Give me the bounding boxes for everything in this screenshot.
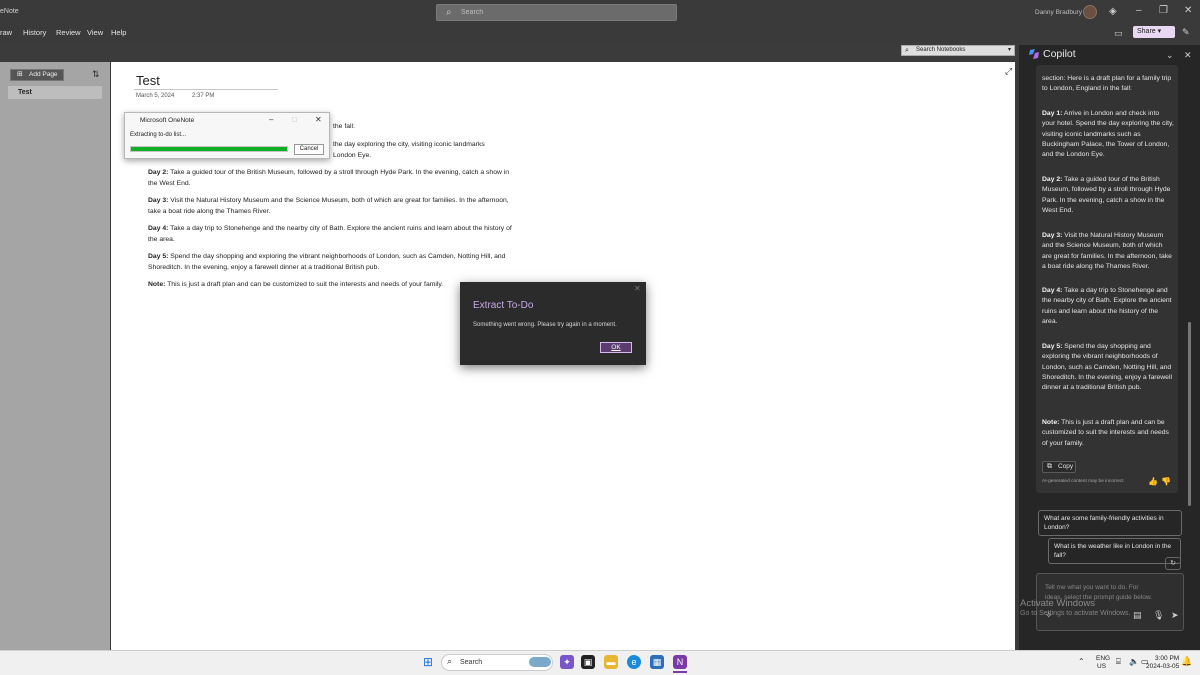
page-time: 2:37 PM bbox=[192, 93, 215, 99]
close-icon[interactable]: ✕ bbox=[1184, 50, 1192, 61]
chevron-down-icon[interactable]: ▾ bbox=[1008, 46, 1011, 55]
file-explorer-icon[interactable]: ▬ bbox=[604, 655, 618, 669]
chevron-down-icon[interactable]: ⌄ bbox=[1166, 50, 1174, 61]
search-icon: ⌕ bbox=[447, 656, 453, 666]
app-title: eNote bbox=[0, 8, 19, 15]
network-icon[interactable]: ⌸ bbox=[1116, 657, 1121, 667]
copilot-logo-icon bbox=[1029, 49, 1039, 59]
prompt-guide-icon[interactable]: ▤ bbox=[1133, 610, 1142, 621]
progress-status: Extracting to-do list... bbox=[130, 132, 187, 138]
clock-date[interactable]: 2024-03-05 bbox=[1146, 663, 1179, 670]
page-list-pane bbox=[0, 62, 110, 650]
activate-windows-watermark: Activate Windows bbox=[1020, 598, 1095, 609]
ai-disclaimer: AI-generated content may be incorrect bbox=[1042, 479, 1124, 484]
restore-icon[interactable]: ❐ bbox=[1159, 5, 1168, 16]
maximize-icon: □ bbox=[292, 115, 297, 124]
taskbar bbox=[0, 650, 1200, 675]
note-paragraph[interactable]: Note: This is just a draft plan and can … bbox=[148, 280, 468, 291]
expand-icon[interactable]: ⤢ bbox=[1005, 66, 1012, 77]
copilot-day: Day 3: Visit the Natural History Museum … bbox=[1042, 232, 1172, 270]
search-icon: ⌕ bbox=[446, 7, 452, 18]
sort-icon[interactable]: ⇅ bbox=[92, 69, 100, 80]
page-date: March 5, 2024 bbox=[136, 93, 175, 99]
menu-view[interactable]: View bbox=[87, 28, 103, 37]
note-paragraph[interactable]: Day 2: Take a guided tour of the British… bbox=[148, 168, 513, 189]
note-fragment[interactable]: London Eye. bbox=[333, 152, 371, 159]
menu-history[interactable]: History bbox=[23, 28, 46, 37]
dialog-title: Extract To-Do bbox=[473, 300, 534, 311]
notebook-icon[interactable]: ▭ bbox=[1114, 28, 1123, 39]
chevron-up-icon[interactable]: ⌃ bbox=[1078, 657, 1085, 666]
title-underline bbox=[134, 89, 278, 90]
microphone-icon[interactable]: 🎙 bbox=[1153, 610, 1164, 621]
copy-icon: ⧉ bbox=[1047, 463, 1052, 470]
copilot-day: Day 1: Arrive in London and check into y… bbox=[1042, 110, 1174, 159]
user-name[interactable]: Danny Bradbury bbox=[1035, 9, 1082, 16]
notification-bell-icon[interactable]: 🔔 bbox=[1181, 656, 1192, 667]
copilot-day: Day 2: Take a guided tour of the British… bbox=[1042, 176, 1171, 214]
copilot-day: Day 4: Take a day trip to Stonehenge and… bbox=[1042, 287, 1172, 325]
note-paragraph[interactable]: Day 5: Spend the day shopping and explor… bbox=[148, 252, 513, 273]
menu-help[interactable]: Help bbox=[111, 28, 126, 37]
copilot-intro: section: Here is a draft plan for a fami… bbox=[1042, 75, 1172, 93]
widgets-icon[interactable] bbox=[529, 657, 551, 667]
progress-bar bbox=[130, 146, 288, 152]
note-paragraph[interactable]: Day 4: Take a day trip to Stonehenge and… bbox=[148, 224, 513, 245]
ok-button[interactable]: OK bbox=[600, 342, 632, 353]
thumbs-up-icon[interactable]: 👍 bbox=[1148, 477, 1158, 486]
error-dialog: ✕ Extract To-Do Something went wrong. Pl… bbox=[460, 282, 646, 365]
suggestion-chip[interactable]: What is the weather like in London in th… bbox=[1048, 538, 1181, 564]
language-bottom[interactable]: US bbox=[1097, 663, 1106, 670]
minimize-icon[interactable]: – bbox=[269, 115, 273, 124]
copilot-day: Day 5: Spend the day shopping and explor… bbox=[1042, 343, 1172, 392]
copilot-scrollbar[interactable] bbox=[1188, 322, 1191, 506]
menu-review[interactable]: Review bbox=[56, 28, 81, 37]
close-icon[interactable]: ✕ bbox=[1184, 5, 1192, 16]
cancel-button[interactable]: Cancel bbox=[294, 144, 324, 155]
copilot-app-icon[interactable]: ✦ bbox=[560, 655, 574, 669]
onenote-icon[interactable]: N bbox=[673, 655, 687, 669]
global-search[interactable]: ⌕ bbox=[436, 4, 677, 21]
menu-bar: raw History Review View Help bbox=[0, 26, 1200, 42]
add-page-button[interactable]: ⊞ Add Page bbox=[10, 69, 64, 81]
copilot-note: Note: This is just a draft plan and can … bbox=[1042, 419, 1169, 447]
search-icon: ⌕ bbox=[905, 47, 909, 54]
activate-windows-subtext: Go to Settings to activate Windows. bbox=[1020, 610, 1131, 617]
note-paragraph[interactable]: Day 3: Visit the Natural History Museum … bbox=[148, 196, 513, 217]
edge-icon[interactable]: e bbox=[627, 655, 641, 669]
dialog-title: Microsoft OneNote bbox=[140, 117, 195, 124]
close-icon[interactable]: ✕ bbox=[315, 115, 322, 124]
page-title[interactable]: Test bbox=[136, 73, 160, 88]
task-view-icon[interactable]: ▣ bbox=[581, 655, 595, 669]
progress-fill bbox=[131, 147, 287, 151]
volume-icon[interactable]: 🔈 bbox=[1129, 657, 1139, 666]
suggestion-chip[interactable]: What are some family-friendly activities… bbox=[1038, 510, 1182, 536]
page-item-test[interactable]: Test bbox=[8, 86, 102, 99]
title-bar: eNote ⌕ Danny Bradbury ◈ – ❐ ✕ bbox=[0, 0, 1200, 26]
global-search-input[interactable] bbox=[461, 6, 661, 19]
clock-time[interactable]: 3:00 PM bbox=[1155, 655, 1179, 662]
store-icon[interactable]: ▦ bbox=[650, 655, 664, 669]
minimize-icon[interactable]: – bbox=[1136, 5, 1142, 16]
pin-icon[interactable]: ✎ bbox=[1182, 27, 1190, 38]
thumbs-down-icon[interactable]: 👎 bbox=[1161, 477, 1171, 486]
add-page-icon: ⊞ bbox=[17, 71, 23, 78]
menu-draw[interactable]: raw bbox=[0, 28, 12, 37]
search-notebooks[interactable]: ⌕ Search Notebooks ▾ bbox=[901, 45, 1015, 56]
note-fragment[interactable]: the day exploring the city, visiting ico… bbox=[333, 141, 485, 148]
premium-diamond-icon[interactable]: ◈ bbox=[1109, 6, 1117, 17]
avatar[interactable] bbox=[1083, 5, 1097, 19]
progress-dialog: Microsoft OneNote – □ ✕ Extracting to-do… bbox=[124, 112, 330, 159]
share-button[interactable]: Share ▾ bbox=[1133, 26, 1175, 38]
note-fragment[interactable]: the fall: bbox=[333, 123, 355, 130]
windows-start-icon[interactable]: ⊞ bbox=[421, 655, 435, 669]
send-icon[interactable]: ➤ bbox=[1171, 610, 1179, 621]
error-message: Something went wrong. Please try again i… bbox=[473, 322, 617, 328]
language-top[interactable]: ENG bbox=[1096, 655, 1110, 662]
copilot-title: Copilot bbox=[1043, 48, 1076, 60]
refresh-icon[interactable]: ↻ bbox=[1165, 557, 1181, 570]
active-app-indicator bbox=[673, 671, 687, 673]
close-icon[interactable]: ✕ bbox=[634, 284, 641, 293]
copy-button[interactable]: ⧉ Copy bbox=[1042, 461, 1076, 473]
